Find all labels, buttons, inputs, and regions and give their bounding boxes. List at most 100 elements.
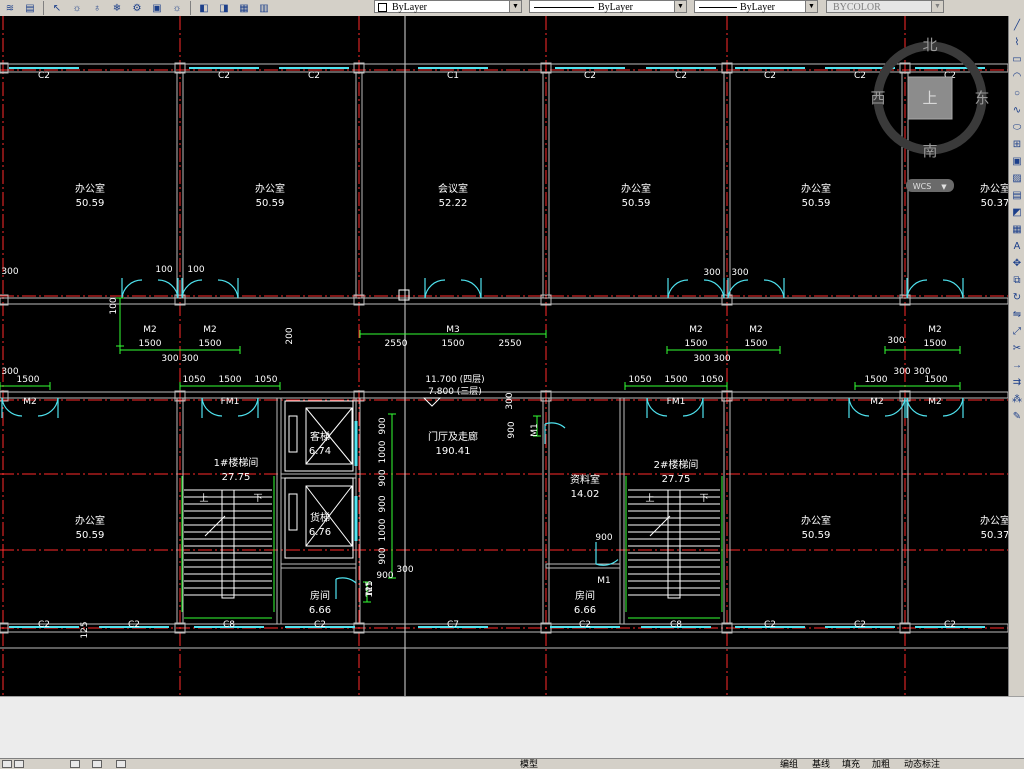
arc-icon[interactable]: ◠ (1010, 70, 1024, 84)
wall (280, 563, 357, 569)
lineweight-combo[interactable]: ByLayer ▼ (694, 0, 818, 13)
ellipse-icon[interactable]: ⬭ (1010, 121, 1024, 135)
chevron-down-icon[interactable]: ▼ (509, 1, 521, 12)
room-area: 50.37 (981, 198, 1008, 209)
osnap-toggle[interactable] (116, 760, 126, 768)
wall (0, 391, 1008, 399)
door-swing (217, 279, 239, 299)
lineweight-sample (699, 7, 737, 8)
array-icon[interactable]: ⁂ (1010, 393, 1024, 407)
compass-north[interactable]: 北 (922, 36, 937, 54)
grid-toggle[interactable] (2, 760, 12, 768)
door-label: M3 (446, 325, 460, 335)
stair-up-label: 上 (645, 493, 654, 504)
layer-state-icon[interactable]: ▤ (22, 1, 38, 15)
window-label-bottom: C2 (38, 620, 50, 630)
dimension-text: 1500 (199, 339, 222, 349)
sun-icon[interactable]: ☼ (69, 1, 85, 15)
plan-labels: C2 C2 C2 C1 C2 C2 C2 C2 C2C2 C2 C8 C2 C7 C2 C8 C2 C2 C2办公… (1, 71, 1008, 639)
compass-west[interactable]: 西 (870, 89, 885, 107)
room-name: 办公室 (255, 182, 285, 195)
command-line-area[interactable] (0, 696, 1024, 759)
pointer-icon[interactable]: ↖ (49, 1, 65, 15)
polyline-icon[interactable]: ⌇ (1010, 36, 1024, 50)
dimension-text: 300 (731, 268, 748, 278)
polar-toggle[interactable] (92, 760, 102, 768)
door-label: M2 (928, 325, 942, 335)
dimension-text: 1050 (255, 375, 278, 385)
layer-copy-icon[interactable]: ▦ (236, 1, 252, 15)
door-swing (595, 542, 619, 566)
floor-plan-drawing[interactable]: C2 C2 C2 C1 C2 C2 C2 C2 C2C2 C2 C8 C2 C7 C2 C8 C2 C2 C2办公… (0, 16, 1008, 696)
dimension-text: 200 (285, 327, 295, 344)
insert-icon[interactable]: ⊞ (1010, 138, 1024, 152)
room-area: 50.59 (256, 198, 285, 209)
offset-icon[interactable]: ⇉ (1010, 376, 1024, 390)
region-icon[interactable]: ◩ (1010, 206, 1024, 220)
move-icon[interactable]: ✥ (1010, 257, 1024, 271)
table-icon[interactable]: ▦ (1010, 223, 1024, 237)
gradient-icon[interactable]: ▤ (1010, 189, 1024, 203)
rotate-icon[interactable]: ↻ (1010, 291, 1024, 305)
door-swing (667, 279, 689, 299)
chevron-down-icon[interactable]: ▼ (805, 1, 817, 12)
scale-icon[interactable]: ⤢ (1010, 325, 1024, 339)
door-label: M2 (870, 397, 884, 407)
wall (0, 297, 1008, 305)
plotstyle-combo-value: BYCOLOR (833, 2, 881, 13)
chevron-down-icon: ▼ (931, 1, 943, 12)
room-area: 190.41 (436, 446, 471, 457)
dimension-text: 1500 (924, 339, 947, 349)
dimension-text: 900 (378, 547, 388, 564)
mirror-icon[interactable]: ⇋ (1010, 308, 1024, 322)
drawing-canvas[interactable]: C2 C2 C2 C1 C2 C2 C2 C2 C2 C2 C2 C8 C2 C7 C2 C8 C2 C2 C2 办公… (0, 16, 1008, 696)
room-name: 办公室 (980, 182, 1008, 195)
gear-icon[interactable]: ⚙ (129, 1, 145, 15)
room-area: 27.75 (662, 474, 691, 485)
block-icon[interactable]: ▣ (1010, 155, 1024, 169)
door-label: M2 (928, 397, 942, 407)
viewcube-top-label[interactable]: 上 (922, 89, 937, 107)
rectangle-icon[interactable]: ▭ (1010, 53, 1024, 67)
elevation-marker (422, 397, 442, 407)
dimension-text: 300 (703, 268, 720, 278)
layer-iso-icon[interactable]: ◨ (216, 1, 232, 15)
chevron-down-icon[interactable]: ▼ (674, 1, 686, 12)
door-label: M2 (23, 397, 37, 407)
copy-icon[interactable]: ⧉ (1010, 274, 1024, 288)
layer-prev-icon[interactable]: ◧ (196, 1, 212, 15)
dimension-text: 1500 (219, 375, 242, 385)
spline-icon[interactable]: ∿ (1010, 104, 1024, 118)
wall (619, 397, 625, 625)
trim-icon[interactable]: ✂ (1010, 342, 1024, 356)
dimension-text: 1050 (629, 375, 652, 385)
viewcube[interactable]: 北 南 东 西 上 WCS ▼ (870, 36, 990, 192)
layer-freeze-icon[interactable]: ❄ (109, 1, 125, 15)
layer-lock-icon[interactable]: ▣ (149, 1, 165, 15)
counterweight (288, 415, 298, 453)
window-label-bottom: C2 (854, 620, 866, 630)
hatch-icon[interactable]: ▨ (1010, 172, 1024, 186)
line-icon[interactable]: ╱ (1010, 19, 1024, 33)
stair-down-label: 下 (253, 494, 262, 504)
compass-east[interactable]: 东 (974, 89, 989, 107)
linetype-combo[interactable]: ByLayer ▼ (529, 0, 687, 13)
stair-down-label: 下 (699, 494, 708, 504)
erase-icon[interactable]: ✎ (1010, 410, 1024, 424)
text-icon[interactable]: A (1010, 240, 1024, 254)
sun-icon[interactable]: ☼ (169, 1, 185, 15)
extend-icon[interactable]: → (1010, 359, 1024, 373)
color-combo[interactable]: ByLayer ▼ (374, 0, 522, 13)
dimension-text: 300 (887, 336, 904, 346)
compass-south[interactable]: 南 (922, 142, 937, 160)
wall (276, 397, 282, 625)
lightbulb-icon[interactable]: ♁ (89, 1, 105, 15)
snap-toggle[interactable] (14, 760, 24, 768)
layers-icon[interactable]: ≋ (2, 1, 18, 15)
ortho-toggle[interactable] (70, 760, 80, 768)
layer-off-icon[interactable]: ▥ (256, 1, 272, 15)
dimension-text: 100 (187, 265, 204, 275)
circle-icon[interactable]: ○ (1010, 87, 1024, 101)
room-name: 房间 (310, 589, 330, 602)
chevron-down-icon[interactable]: ▼ (941, 183, 947, 191)
